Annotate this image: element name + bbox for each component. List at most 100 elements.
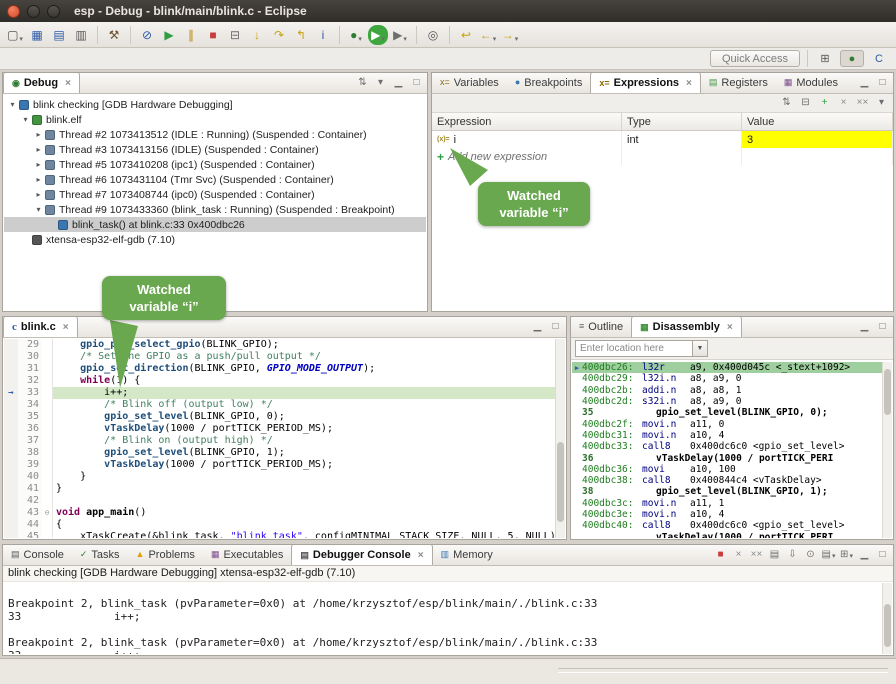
tab-variables[interactable]: x=Variables bbox=[432, 72, 507, 93]
dropdown-arrow-icon[interactable]: ▾ bbox=[358, 36, 362, 45]
close-tab-icon[interactable]: × bbox=[686, 78, 692, 89]
save-all-icon[interactable]: ▤ bbox=[49, 25, 69, 45]
print-icon[interactable]: ▥ bbox=[71, 25, 91, 45]
minimize-icon[interactable]: ▁ bbox=[857, 319, 872, 334]
debug-tree-item[interactable]: ▾Thread #9 1073433360 (blink_task : Runn… bbox=[4, 202, 426, 217]
tab-modules[interactable]: ▦Modules bbox=[776, 72, 846, 93]
dropdown-arrow-icon[interactable]: ▾ bbox=[381, 36, 385, 45]
forward-icon[interactable]: →▾ bbox=[500, 25, 520, 45]
maximize-icon[interactable]: □ bbox=[875, 75, 890, 90]
tab-memory[interactable]: ▥Memory bbox=[433, 544, 501, 565]
open-perspective-icon[interactable]: ⊞ bbox=[813, 50, 837, 67]
quick-access-button[interactable]: Quick Access bbox=[710, 50, 800, 67]
editor-scrollbar-thumb[interactable] bbox=[557, 442, 564, 522]
console-output[interactable]: Breakpoint 2, blink_task (pvParameter=0x… bbox=[4, 583, 882, 654]
debug-perspective-icon[interactable]: ● bbox=[840, 50, 864, 67]
remove-launch-icon[interactable]: × bbox=[731, 547, 746, 562]
tab-disassembly[interactable]: ▦Disassembly× bbox=[631, 316, 742, 337]
expand-arrow-icon[interactable]: ▸ bbox=[33, 190, 44, 199]
tab-console[interactable]: ▤Console bbox=[3, 544, 72, 565]
location-input[interactable]: Enter location here bbox=[575, 340, 693, 357]
expand-arrow-icon[interactable]: ▸ bbox=[33, 145, 44, 154]
debug-tree-item[interactable]: ▾blink checking [GDB Hardware Debugging] bbox=[4, 97, 426, 112]
debug-tree-item[interactable]: ▸Thread #3 1073413156 (IDLE) (Suspended … bbox=[4, 142, 426, 157]
close-tab-icon[interactable]: × bbox=[63, 322, 69, 333]
editor-vertical-scrollbar[interactable] bbox=[555, 339, 565, 538]
open-console-icon[interactable]: ⊞▾ bbox=[839, 547, 854, 562]
debug-tree-item[interactable]: ▸Thread #2 1073413512 (IDLE : Running) (… bbox=[4, 127, 426, 142]
tab-debug[interactable]: ◉Debug× bbox=[3, 72, 80, 93]
disassembly-scrollbar-thumb[interactable] bbox=[884, 369, 891, 415]
skip-breakpoints-icon[interactable]: ⊘ bbox=[137, 25, 157, 45]
maximize-icon[interactable]: □ bbox=[548, 319, 563, 334]
c-cpp-perspective-icon[interactable]: C bbox=[867, 50, 891, 67]
add-expression-icon[interactable]: + bbox=[437, 150, 444, 164]
expression-row[interactable]: (x)=iint3 bbox=[432, 131, 893, 148]
console-vertical-scrollbar[interactable] bbox=[882, 583, 892, 654]
column-header-expression[interactable]: Expression bbox=[432, 113, 622, 130]
instruction-stepping-icon[interactable]: i bbox=[313, 25, 333, 45]
dropdown-arrow-icon[interactable]: ▾ bbox=[19, 36, 23, 45]
minimize-icon[interactable]: ▁ bbox=[391, 75, 406, 90]
remove-all-launches-icon[interactable]: ×× bbox=[749, 547, 764, 562]
maximize-icon[interactable]: □ bbox=[875, 319, 890, 334]
tab-tasks[interactable]: ✓Tasks bbox=[72, 544, 128, 565]
window-close-button[interactable] bbox=[7, 5, 20, 18]
expand-arrow-icon[interactable]: ▸ bbox=[33, 160, 44, 169]
suspend-icon[interactable]: ∥ bbox=[181, 25, 201, 45]
minimize-icon[interactable]: ▁ bbox=[857, 75, 872, 90]
last-edit-location-icon[interactable]: ↩ bbox=[456, 25, 476, 45]
back-icon[interactable]: ←▾ bbox=[478, 25, 498, 45]
column-header-value[interactable]: Value bbox=[742, 113, 893, 130]
code-editor[interactable]: 29 gpio_pad_select_gpio(BLINK_GPIO);30 /… bbox=[4, 339, 555, 538]
collapse-arrow-icon[interactable]: ▾ bbox=[33, 205, 44, 214]
column-header-type[interactable]: Type bbox=[622, 113, 742, 130]
minimize-icon[interactable]: ▁ bbox=[857, 547, 872, 562]
dropdown-arrow-icon[interactable]: ▾ bbox=[515, 36, 519, 45]
terminate-icon[interactable]: ■ bbox=[713, 547, 728, 562]
console-scrollbar-thumb[interactable] bbox=[884, 604, 891, 647]
build-icon[interactable]: ⚒ bbox=[104, 25, 124, 45]
add-expression-icon[interactable]: + bbox=[817, 96, 832, 111]
view-menu-icon[interactable]: ▾ bbox=[874, 96, 889, 111]
pin-console-icon[interactable]: ⊙ bbox=[803, 547, 818, 562]
debug-tree-item[interactable]: xtensa-esp32-elf-gdb (7.10) bbox=[4, 232, 426, 247]
run-launch-icon[interactable]: ▶▾ bbox=[368, 25, 388, 45]
search-icon[interactable]: ◎ bbox=[423, 25, 443, 45]
expand-arrow-icon[interactable]: ▸ bbox=[33, 175, 44, 184]
maximize-icon[interactable]: □ bbox=[875, 547, 890, 562]
step-into-icon[interactable]: ↓ bbox=[247, 25, 267, 45]
close-tab-icon[interactable]: × bbox=[65, 78, 71, 89]
step-over-icon[interactable]: ↷ bbox=[269, 25, 289, 45]
scroll-lock-icon[interactable]: ⇩ bbox=[785, 547, 800, 562]
tab-problems[interactable]: ▲Problems bbox=[128, 544, 203, 565]
collapse-arrow-icon[interactable]: ▾ bbox=[20, 115, 31, 124]
show-type-names-icon[interactable]: ⇅ bbox=[779, 96, 794, 111]
tab-expressions[interactable]: x=Expressions× bbox=[590, 72, 701, 93]
new-wizard-icon[interactable]: ▢▾ bbox=[5, 25, 25, 45]
view-menu-icon[interactable]: ▾ bbox=[373, 75, 388, 90]
tab-debugger-console[interactable]: ▤Debugger Console× bbox=[291, 544, 432, 565]
debug-tree-item[interactable]: ▾blink.elf bbox=[4, 112, 426, 127]
tab-outline[interactable]: ≡Outline bbox=[571, 316, 631, 337]
expression-row[interactable]: +Add new expression bbox=[432, 148, 893, 165]
debug-tree-item[interactable]: ▸Thread #7 1073408744 (ipc0) (Suspended … bbox=[4, 187, 426, 202]
location-dropdown-icon[interactable]: ▼ bbox=[693, 340, 708, 357]
disassembly-listing[interactable]: ▶400dbc26:l32ra9, 0x400d045c <_stext+109… bbox=[572, 362, 882, 538]
terminate-icon[interactable]: ■ bbox=[203, 25, 223, 45]
debug-launch-icon[interactable]: ●▾ bbox=[346, 25, 366, 45]
window-maximize-button[interactable] bbox=[47, 5, 60, 18]
collapse-arrow-icon[interactable]: ▾ bbox=[7, 100, 18, 109]
maximize-icon[interactable]: □ bbox=[409, 75, 424, 90]
tab-executables[interactable]: ▦Executables bbox=[203, 544, 291, 565]
window-minimize-button[interactable] bbox=[27, 5, 40, 18]
tab-breakpoints[interactable]: ●Breakpoints bbox=[507, 72, 591, 93]
external-tools-icon[interactable]: ▶▾ bbox=[390, 25, 410, 45]
connect-process-icon[interactable]: ⇅ bbox=[355, 75, 370, 90]
display-console-icon[interactable]: ▤▾ bbox=[821, 547, 836, 562]
remove-expression-icon[interactable]: × bbox=[836, 96, 851, 111]
save-icon[interactable]: ▦ bbox=[27, 25, 47, 45]
dropdown-arrow-icon[interactable]: ▾ bbox=[493, 36, 497, 45]
collapse-all-icon[interactable]: ⊟ bbox=[798, 96, 813, 111]
disassembly-vertical-scrollbar[interactable] bbox=[882, 362, 892, 538]
